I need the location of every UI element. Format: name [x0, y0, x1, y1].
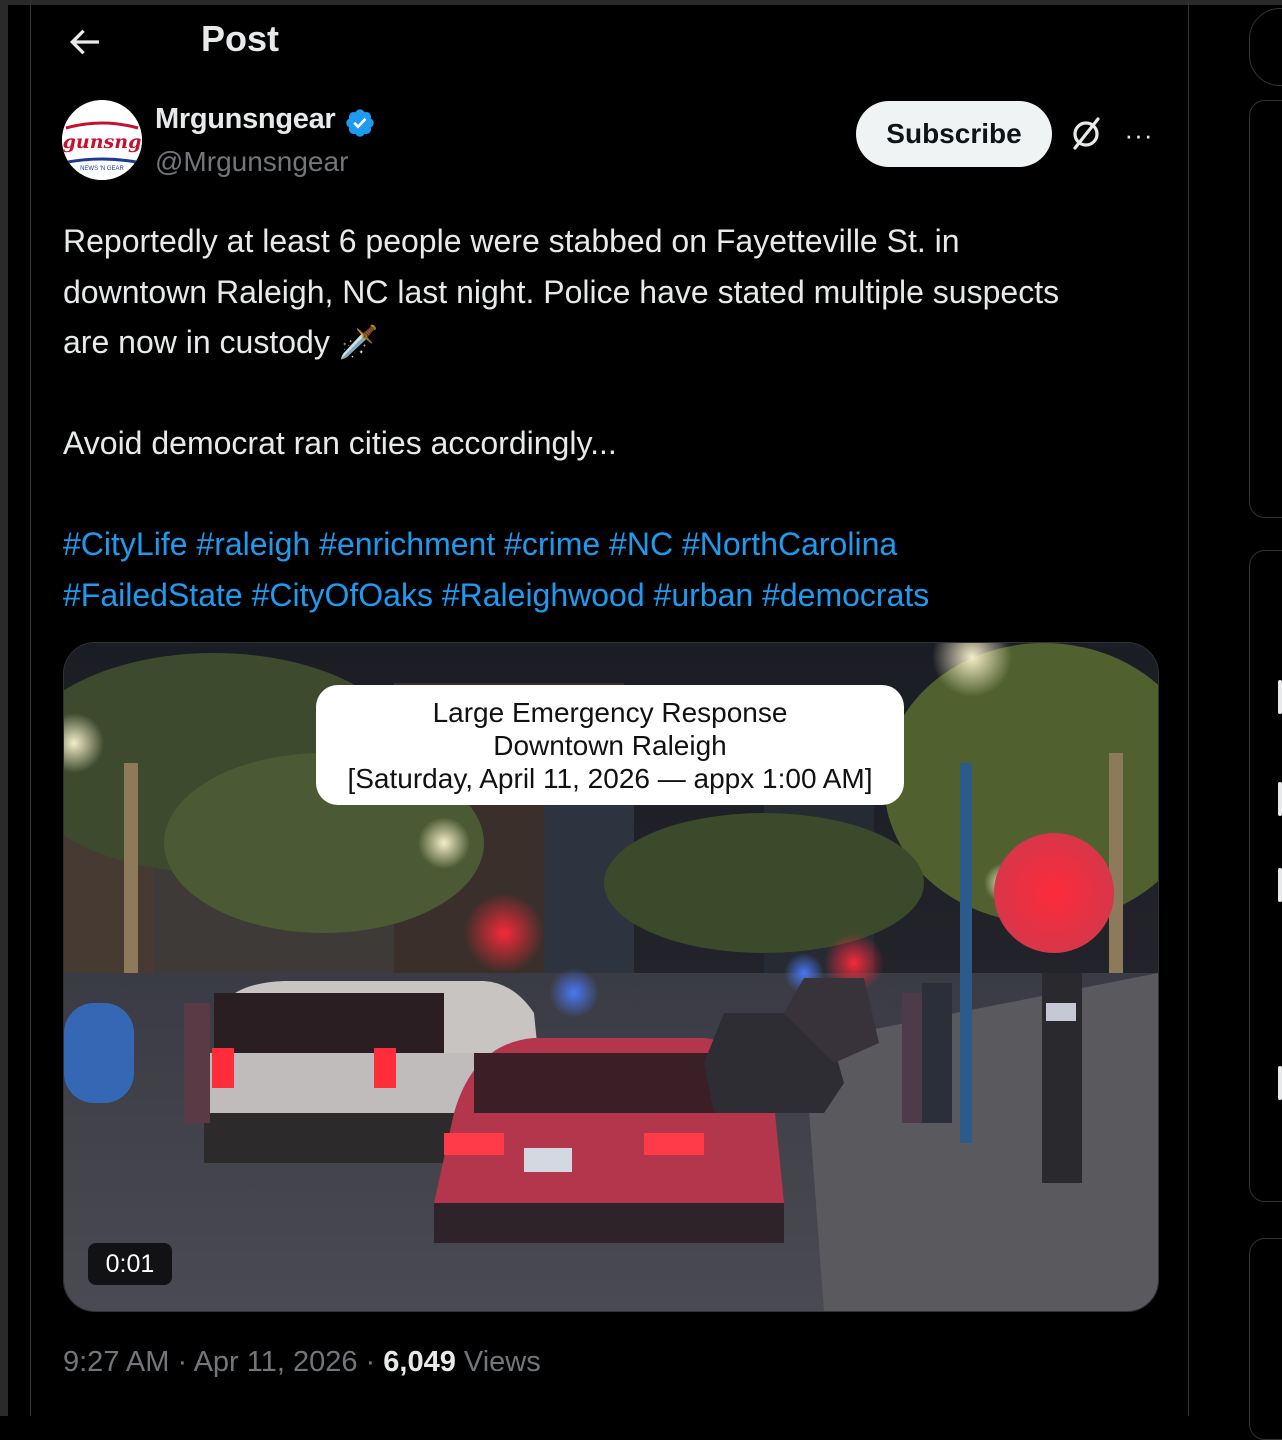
author-handle[interactable]: @Mrgunsngear — [155, 146, 348, 178]
hashtag-row: #FailedState #CityOfOaks #Raleighwood #u… — [63, 570, 1163, 621]
post-date[interactable]: Apr 11, 2026 — [194, 1346, 358, 1378]
post-text-line: Reportedly at least 6 people were stabbe… — [63, 223, 960, 259]
meta-separator: · — [357, 1346, 384, 1378]
post-metadata: 9:27 AM · Apr 11, 2026 · 6,049 Views — [63, 1346, 541, 1379]
hashtag-link[interactable]: #CityOfOaks — [252, 577, 433, 613]
hashtag-link[interactable]: #democrats — [762, 577, 929, 613]
caption-line: Large Emergency Response — [432, 696, 788, 728]
more-options-icon[interactable]: ··· — [1122, 118, 1156, 152]
video-timestamp: 0:01 — [88, 1243, 172, 1285]
post-text-line: downtown Raleigh, NC last night. Police … — [63, 273, 1060, 310]
hashtag-link[interactable]: #CityLife — [63, 526, 188, 562]
post-header: Post — [30, 0, 1188, 88]
hashtag-link[interactable]: #Raleighwood — [442, 577, 645, 613]
video-caption-overlay: Large Emergency Response Downtown Raleig… — [316, 685, 904, 805]
window-frame-left — [0, 0, 8, 1416]
subscribe-button[interactable]: Subscribe — [856, 101, 1052, 167]
author-name[interactable]: Mrgunsngear — [155, 103, 336, 136]
hashtag-link[interactable]: #urban — [654, 577, 754, 613]
page-title: Post — [201, 18, 280, 59]
caption-line: [Saturday, April 11, 2026 — appx 1:00 AM… — [347, 762, 873, 794]
grok-icon[interactable] — [1066, 114, 1106, 154]
hashtag-link[interactable]: #enrichment — [319, 526, 495, 562]
post-text-line: are now in custody 🗡️ — [63, 324, 379, 360]
sidebar-search-box[interactable] — [1249, 8, 1282, 86]
sidebar-card-who-to-follow — [1249, 1238, 1282, 1440]
caption-line: Downtown Raleigh — [493, 729, 727, 761]
back-button[interactable] — [64, 22, 104, 62]
verified-badge-icon[interactable] — [344, 107, 376, 139]
post-time[interactable]: 9:27 AM — [63, 1346, 169, 1378]
hashtag-row: #CityLife #raleigh #enrichment #crime #N… — [63, 519, 1163, 570]
arrow-left-icon — [69, 29, 99, 55]
hashtag-link[interactable]: #NorthCarolina — [682, 526, 897, 562]
column-divider-left — [30, 0, 31, 1416]
svg-text:NEWS 'N GEAR: NEWS 'N GEAR — [80, 166, 124, 172]
hashtag-link[interactable]: #FailedState — [63, 577, 243, 613]
meta-separator: · — [169, 1346, 194, 1378]
video-player[interactable]: Large Emergency Response Downtown Raleig… — [63, 642, 1159, 1312]
svg-text:gunsng: gunsng — [63, 131, 142, 153]
right-sidebar — [1189, 0, 1282, 1440]
logo-icon: gunsng NEWS 'N GEAR — [62, 100, 142, 180]
views-count: 6,049 — [383, 1346, 456, 1378]
sidebar-text-fragment — [1278, 868, 1282, 902]
post-body: Reportedly at least 6 people were stabbe… — [63, 216, 1163, 620]
hashtag-link[interactable]: #NC — [609, 526, 673, 562]
avatar[interactable]: gunsng NEWS 'N GEAR — [62, 100, 142, 180]
post-text-line: Avoid democrat ran cities accordingly... — [63, 425, 617, 461]
hashtag-link[interactable]: #crime — [504, 526, 600, 562]
sidebar-card-subscribe — [1249, 100, 1282, 518]
sidebar-text-fragment — [1278, 1066, 1282, 1100]
sidebar-text-fragment — [1278, 680, 1282, 714]
sidebar-text-fragment — [1278, 782, 1282, 816]
hashtag-link[interactable]: #raleigh — [196, 526, 310, 562]
views-label: Views — [455, 1346, 541, 1378]
